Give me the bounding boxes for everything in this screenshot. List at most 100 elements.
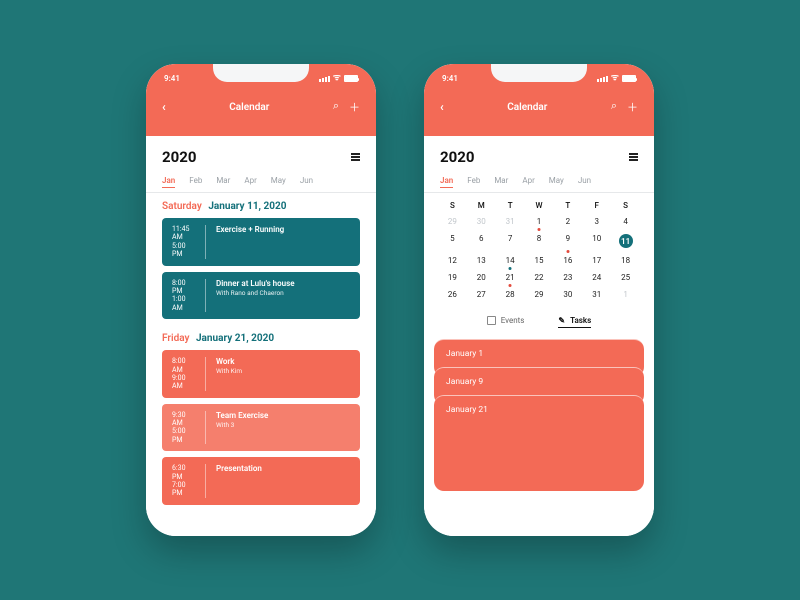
day-cell[interactable]: 2 [553,214,582,231]
event-body: Dinner at Lulu's houseWith Rano and Chae… [216,279,295,313]
event-card[interactable]: 11:45 AM5:00 PM Exercise + Running [162,218,360,266]
weekday-header: SMTWTFS [424,193,654,212]
task-stack[interactable]: January 1January 9January 21 [434,339,644,526]
event-card[interactable]: 8:00 AM9:00 AMWorkWith Kim [162,350,360,398]
event-start: 8:00 PM [172,279,197,296]
day-cell[interactable]: 8 [525,231,554,253]
event-body: Exercise + Running [216,225,284,259]
day-cell[interactable]: 28 [496,287,525,304]
month-tab[interactable]: Jan [440,176,453,188]
phone-notch [213,64,309,82]
weekday-label: W [525,201,554,210]
day-number: 14 [506,256,515,265]
day-cell[interactable]: 19 [438,270,467,287]
day-cell[interactable]: 6 [467,231,496,253]
month-tab[interactable]: Mar [216,176,230,188]
day-number: 30 [563,290,572,299]
calendar-screen: 2020 JanFebMarAprMayJun SMTWTFS 29303112… [424,136,654,536]
status-icons: ᯤ [597,74,636,83]
day-cell[interactable]: 7 [496,231,525,253]
event-list[interactable]: Saturday January 11, 202011:45 AM5:00 PM… [146,193,376,511]
day-cell[interactable]: 25 [611,270,640,287]
day-cell[interactable]: 30 [553,287,582,304]
day-cell[interactable]: 29 [438,214,467,231]
event-title: Work [216,357,242,367]
event-start: 11:45 AM [172,225,197,242]
day-cell[interactable]: 4 [611,214,640,231]
day-cell[interactable]: 5 [438,231,467,253]
weekday-label: M [467,201,496,210]
tab-tasks[interactable]: ✎ Tasks [558,316,591,325]
task-card[interactable]: January 21 [434,395,644,491]
month-tab[interactable]: May [549,176,564,188]
tab-events[interactable]: Events [487,316,525,325]
search-icon[interactable]: ⌕ [333,99,339,115]
day-cell[interactable]: 21 [496,270,525,287]
day-cell[interactable]: 30 [467,214,496,231]
day-cell[interactable]: 12 [438,253,467,270]
month-tab[interactable]: Feb [467,176,480,188]
search-icon[interactable]: ⌕ [611,99,617,115]
day-cell[interactable]: 3 [582,214,611,231]
day-cell[interactable]: 20 [467,270,496,287]
day-cell[interactable]: 1 [525,214,554,231]
day-cell[interactable]: 26 [438,287,467,304]
day-cell[interactable]: 23 [553,270,582,287]
event-title: Presentation [216,464,262,474]
month-tab[interactable]: Mar [494,176,508,188]
day-number: 24 [592,273,601,282]
view-tabs: Events ✎ Tasks [424,308,654,333]
day-cell[interactable]: 27 [467,287,496,304]
month-tab[interactable]: Jun [300,176,313,188]
edit-icon: ✎ [558,316,565,325]
event-card[interactable]: 6:30 PM7:00 PMPresentation [162,457,360,505]
event-card[interactable]: 9:30 AM5:00 PMTeam ExerciseWith 3 [162,404,360,452]
day-cell[interactable]: 22 [525,270,554,287]
menu-icon[interactable] [629,153,638,161]
calendar-icon [487,316,496,325]
event-title: Exercise + Running [216,225,284,235]
day-cell[interactable]: 31 [582,287,611,304]
day-number: 3 [594,217,599,226]
phone-notch [491,64,587,82]
day-cell[interactable]: 13 [467,253,496,270]
day-number: 5 [450,234,455,243]
day-number: 19 [448,273,457,282]
day-number: 29 [535,290,544,299]
day-cell[interactable]: 15 [525,253,554,270]
month-tab[interactable]: Jan [162,176,175,188]
phone-calendar-view: 9:41 ᯤ ‹ Calendar ⌕ ＋ 2020 JanFebMarAprM… [424,64,654,536]
month-grid[interactable]: 2930311234567891011121314151617181920212… [424,212,654,308]
month-tabs[interactable]: Jan Feb Mar Apr May Jun [424,172,654,192]
app-header: 9:41 ᯤ ‹ Calendar ⌕ ＋ [424,64,654,136]
month-tab[interactable]: May [271,176,286,188]
month-tab[interactable]: Feb [189,176,202,188]
day-cell[interactable]: 10 [582,231,611,253]
tab-tasks-label: Tasks [570,316,591,325]
event-card[interactable]: 8:00 PM1:00 AM Dinner at Lulu's houseWith… [162,272,360,320]
month-tab[interactable]: Jun [578,176,591,188]
add-icon[interactable]: ＋ [627,99,638,115]
day-cell[interactable]: 17 [582,253,611,270]
day-cell[interactable]: 14 [496,253,525,270]
day-cell[interactable]: 1 [611,287,640,304]
add-icon[interactable]: ＋ [349,99,360,115]
day-cell[interactable]: 29 [525,287,554,304]
day-cell[interactable]: 31 [496,214,525,231]
day-number: 20 [477,273,486,282]
day-cell[interactable]: 24 [582,270,611,287]
event-times: 8:00 PM1:00 AM [172,279,206,313]
month-tab[interactable]: Apr [244,176,256,188]
day-cell[interactable]: 18 [611,253,640,270]
event-times: 11:45 AM5:00 PM [172,225,206,259]
month-tabs[interactable]: Jan Feb Mar Apr May Jun [146,172,376,192]
day-number: 23 [563,273,572,282]
day-cell[interactable]: 9 [553,231,582,253]
menu-icon[interactable] [351,153,360,161]
month-tab[interactable]: Apr [522,176,534,188]
day-cell[interactable]: 16 [553,253,582,270]
nav-actions: ⌕ ＋ [611,99,638,115]
nav-bar: ‹ Calendar ⌕ ＋ [424,83,654,115]
day-cell[interactable]: 11 [611,231,640,253]
battery-icon [344,75,358,82]
